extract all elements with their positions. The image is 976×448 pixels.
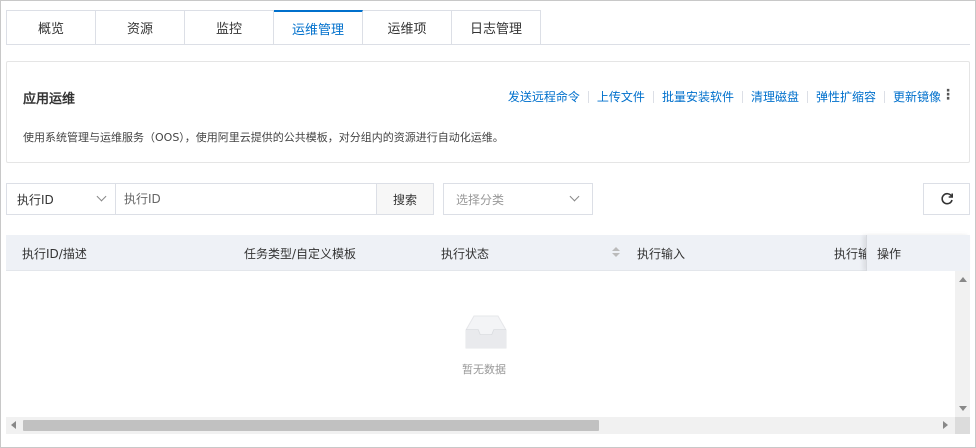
- field-select[interactable]: 执行ID: [6, 183, 116, 215]
- auto-scaling-link[interactable]: 弹性扩缩容: [808, 88, 884, 105]
- tab-overview[interactable]: 概览: [6, 10, 96, 45]
- scroll-up-arrow-icon[interactable]: [959, 277, 967, 282]
- app-ops-panel: 应用运维 发送远程命令 上传文件 批量安装软件 清理磁盘 弹性扩缩容 更新镜像 …: [6, 61, 970, 163]
- tab-monitoring[interactable]: 监控: [185, 10, 274, 45]
- refresh-button[interactable]: [923, 183, 970, 215]
- batch-install-software-link[interactable]: 批量安装软件: [654, 88, 742, 105]
- clean-disk-link[interactable]: 清理磁盘: [743, 88, 807, 105]
- scrollbar-corner: [955, 417, 970, 434]
- tab-divider: [6, 44, 970, 45]
- empty-state-text: 暂无数据: [462, 363, 506, 376]
- tab-log-management[interactable]: 日志管理: [452, 10, 541, 45]
- column-header-operations-fixed: 操作: [866, 235, 970, 271]
- tab-ops-items[interactable]: 运维项: [363, 10, 452, 45]
- tab-ops-management[interactable]: 运维管理: [274, 10, 363, 45]
- empty-inbox-icon: [465, 315, 507, 349]
- column-header-execution-output: 执行输出: [834, 247, 866, 261]
- more-vertical-icon[interactable]: ⋮: [941, 88, 955, 102]
- panel-title: 应用运维: [23, 92, 76, 107]
- tab-bar: 概览 资源 监控 运维管理 运维项 日志管理: [6, 10, 541, 45]
- column-header-execution-input: 执行输入: [637, 247, 686, 261]
- update-image-link[interactable]: 更新镜像: [885, 88, 949, 105]
- tab-resources[interactable]: 资源: [96, 10, 185, 45]
- horizontal-scrollbar[interactable]: [6, 417, 970, 434]
- category-select-placeholder: 选择分类: [456, 192, 505, 207]
- chevron-down-icon: [569, 191, 580, 202]
- field-select-value: 执行ID: [17, 192, 54, 207]
- search-button[interactable]: 搜索: [376, 183, 434, 215]
- send-remote-command-link[interactable]: 发送远程命令: [500, 88, 588, 105]
- sort-icon[interactable]: [612, 247, 620, 257]
- column-header-operations: 操作: [877, 247, 902, 261]
- scroll-down-arrow-icon[interactable]: [959, 406, 967, 411]
- search-input[interactable]: [115, 183, 377, 215]
- column-header-task-type: 任务类型/自定义模板: [244, 247, 357, 261]
- vertical-scrollbar[interactable]: [955, 271, 970, 417]
- refresh-icon: [940, 192, 953, 205]
- upload-file-link[interactable]: 上传文件: [589, 88, 653, 105]
- table-header: 执行ID/描述 任务类型/自定义模板 执行状态 执行输入 执行输出 操作: [6, 235, 970, 271]
- horizontal-scroll-thumb[interactable]: [23, 420, 599, 431]
- column-header-execution-status: 执行状态: [441, 247, 490, 261]
- category-select[interactable]: 选择分类: [443, 183, 593, 215]
- panel-description: 使用系统管理与运维服务（OOS），使用阿里云提供的公共模板，对分组内的资源进行自…: [23, 131, 504, 144]
- scroll-left-arrow-icon[interactable]: [11, 421, 16, 429]
- column-header-execution-id: 执行ID/描述: [22, 247, 87, 261]
- chevron-down-icon: [96, 191, 107, 202]
- scroll-right-arrow-icon[interactable]: [943, 421, 948, 429]
- action-links: 发送远程命令 上传文件 批量安装软件 清理磁盘 弹性扩缩容 更新镜像: [500, 88, 949, 105]
